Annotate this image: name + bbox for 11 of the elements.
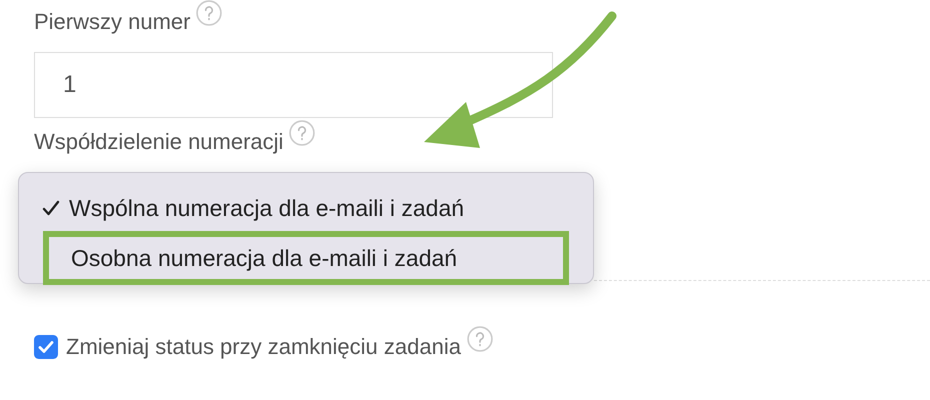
check-icon (41, 198, 61, 218)
menu-option[interactable]: Wspólna numeracja dla e-maili i zadań (41, 185, 566, 231)
help-icon[interactable] (466, 326, 493, 352)
checkbox-label: Zmieniaj status przy zamknięciu zadania (66, 333, 461, 361)
field-label: Współdzielenie numeracji (34, 128, 284, 156)
help-icon[interactable] (289, 120, 316, 146)
help-icon[interactable] (196, 0, 222, 26)
checkbox[interactable] (34, 335, 58, 359)
number-input[interactable]: 1 (34, 52, 553, 118)
menu-option[interactable]: Osobna numeracja dla e-maili i zadań (43, 231, 569, 285)
field-label: Pierwszy numer (34, 8, 190, 36)
